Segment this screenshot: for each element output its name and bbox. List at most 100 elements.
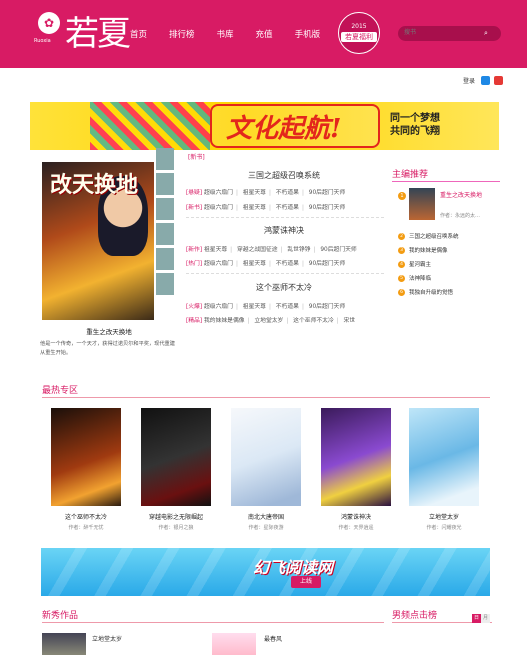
welfare-badge[interactable]: 2015 若夏福利 <box>338 12 380 54</box>
row-link[interactable]: 90后超门天师 <box>320 247 356 253</box>
recommend-item-label: 法神降临 <box>409 276 432 282</box>
feature-book-title[interactable]: 重生之改天换地 <box>42 326 176 336</box>
row-link[interactable]: 不朽道果 <box>276 190 299 196</box>
divider <box>42 622 384 623</box>
nav-library[interactable]: 书库 <box>217 28 234 40</box>
book-title[interactable]: 这个巫师不太冷 <box>51 512 121 521</box>
book-title[interactable]: 穿越电影之无限崛起 <box>141 512 211 521</box>
nav-recharge[interactable]: 充值 <box>256 28 273 40</box>
row-link[interactable]: 不朽道果 <box>276 205 299 211</box>
feature-thumb[interactable] <box>156 148 174 170</box>
hot-book[interactable]: 南北大唐帝国 作者：星际夜游 <box>231 408 301 531</box>
book-title[interactable]: 立地堂太岁 <box>409 512 479 521</box>
recommend-top-title[interactable]: 重生之改天换地 <box>440 192 496 200</box>
logo-flower-icon[interactable]: ✿ <box>38 12 60 34</box>
hot-book[interactable]: 立地堂太岁 作者：闪耀夜光 <box>409 408 479 531</box>
book-cover[interactable] <box>409 408 479 506</box>
center-block3-title[interactable]: 这个巫师不太冷 <box>184 282 384 293</box>
row-link[interactable]: 穿越之战国征途 <box>237 247 278 253</box>
banner-sub: 同一个梦想 共同的飞翔 <box>390 112 440 138</box>
nav-rankings[interactable]: 排行榜 <box>169 28 195 40</box>
logo-text[interactable]: 若夏 <box>65 10 131 58</box>
row-link[interactable]: 不朽道果 <box>276 304 299 310</box>
book-cover[interactable] <box>321 408 391 506</box>
recommend-item-label: 我独自升级的觉悟 <box>409 290 454 296</box>
hot-book[interactable]: 鸿蒙诛神决 作者：天界逍遥 <box>321 408 391 531</box>
row-link[interactable]: 超级六扇门 <box>204 205 233 211</box>
tab-day[interactable]: 日 <box>472 614 481 623</box>
center-row: [悬疑] 超级六扇门 | 祖星天尊 | 不朽道果 | 90后超门天师 <box>186 190 346 196</box>
recommend-item-label: 我的妹妹是偶像 <box>409 248 448 254</box>
center-row: [新作] 祖星天尊 | 穿越之战国征途 | 乱世铮铮 | 90后超门天师 <box>186 247 357 253</box>
row-link[interactable]: 这个巫师不太冷 <box>293 318 334 324</box>
book-title[interactable]: 鸿蒙诛神决 <box>321 512 391 521</box>
row-tag: [热门] <box>186 261 203 267</box>
app-banner[interactable]: 幻飞阅读网 上线 <box>41 548 490 596</box>
nav-mobile[interactable]: 手机版 <box>295 28 321 40</box>
qq-login-icon[interactable] <box>481 76 490 85</box>
row-link[interactable]: 祖星天尊 <box>243 190 266 196</box>
feature-thumb[interactable] <box>156 273 174 295</box>
recommend-item[interactable]: 6 我独自升级的觉悟 <box>398 288 453 296</box>
recommend-top-cover[interactable] <box>409 188 435 220</box>
center-row: [热门] 超级六扇门 | 祖星天尊 | 不朽道果 | 90后超门天师 <box>186 261 346 267</box>
row-link[interactable]: 祖星天尊 <box>243 261 266 267</box>
new-book-thumb[interactable] <box>42 633 86 655</box>
book-title[interactable]: 南北大唐帝国 <box>231 512 301 521</box>
login-link[interactable]: 登录 <box>463 76 475 85</box>
row-link[interactable]: 超级六扇门 <box>204 190 233 196</box>
book-cover[interactable] <box>51 408 121 506</box>
search-icon[interactable]: ⌕ <box>480 28 492 39</box>
feature-thumb[interactable] <box>156 198 174 220</box>
hot-book[interactable]: 穿越电影之无限崛起 作者：银月之狼 <box>141 408 211 531</box>
new-book-thumb[interactable] <box>212 633 256 655</box>
row-link[interactable]: 不朽道果 <box>276 261 299 267</box>
feature-book-cover[interactable]: 改天换地 <box>42 162 154 320</box>
recommend-item-label: 三国之超级召唤系统 <box>409 234 459 240</box>
banner-slogan: 文化起航! <box>226 114 342 144</box>
row-link[interactable]: 我的妹妹是偶像 <box>204 318 245 324</box>
recommend-item[interactable]: 4 星河霸主 <box>398 260 431 268</box>
recommend-item[interactable]: 5 法神降临 <box>398 274 431 282</box>
recommend-item-label: 星河霸主 <box>409 262 432 268</box>
row-link[interactable]: 超级六扇门 <box>204 304 233 310</box>
row-link[interactable]: 90后超门天师 <box>309 190 345 196</box>
row-link[interactable]: 90后超门天师 <box>309 261 345 267</box>
new-book-title[interactable]: 最春风 <box>264 634 282 643</box>
row-link[interactable]: 90后超门天师 <box>309 205 345 211</box>
center-block1-title[interactable]: 三国之超级召唤系统 <box>184 170 384 181</box>
book-cover[interactable] <box>141 408 211 506</box>
hot-book[interactable]: 这个巫师不太冷 作者：醉千无忧 <box>51 408 121 531</box>
row-link[interactable]: 立地堂太岁 <box>254 318 283 324</box>
editor-pick-heading: 主编推荐 <box>392 170 429 180</box>
recommend-item[interactable]: 2 三国之超级召唤系统 <box>398 232 459 240</box>
row-link[interactable]: 祖星天尊 <box>204 247 227 253</box>
recommend-item[interactable]: 3 我的妹妹是偶像 <box>398 246 448 254</box>
center-block2-title[interactable]: 鸿蒙诛神决 <box>184 225 384 236</box>
new-books-heading: 新秀作品 <box>42 611 79 621</box>
book-cover[interactable] <box>231 408 301 506</box>
badge-year: 2015 <box>351 23 367 30</box>
row-link[interactable]: 乱世铮铮 <box>287 247 310 253</box>
row-link[interactable]: 祖星天尊 <box>243 205 266 211</box>
feature-thumb[interactable] <box>156 223 174 245</box>
row-link[interactable]: 超级六扇门 <box>204 261 233 267</box>
feature-thumb[interactable] <box>156 173 174 195</box>
banner2-title: 幻飞阅读网 <box>253 558 334 577</box>
nav-home[interactable]: 首页 <box>130 28 147 40</box>
feature-thumb[interactable] <box>156 248 174 270</box>
center-row: [新书] 超级六扇门 | 祖星天尊 | 不朽道果 | 90后超门天师 <box>186 205 346 211</box>
rank-number: 6 <box>398 288 405 296</box>
rank-number: 1 <box>398 192 406 200</box>
banner-decoration <box>90 102 210 150</box>
tab-month[interactable]: 月 <box>481 614 490 623</box>
row-link[interactable]: 祖星天尊 <box>243 304 266 310</box>
row-link[interactable]: 90后超门天师 <box>309 304 345 310</box>
promo-banner[interactable]: 文化起航! 同一个梦想 共同的飞翔 <box>30 102 499 150</box>
rank-number: 3 <box>398 246 405 254</box>
badge-text: 若夏福利 <box>341 32 377 42</box>
weibo-login-icon[interactable] <box>494 76 503 85</box>
new-book-title[interactable]: 立地堂太岁 <box>92 634 122 643</box>
main-nav: 首页 排行榜 书库 充值 手机版 <box>130 28 342 40</box>
row-link[interactable]: 宋世 <box>344 318 356 324</box>
